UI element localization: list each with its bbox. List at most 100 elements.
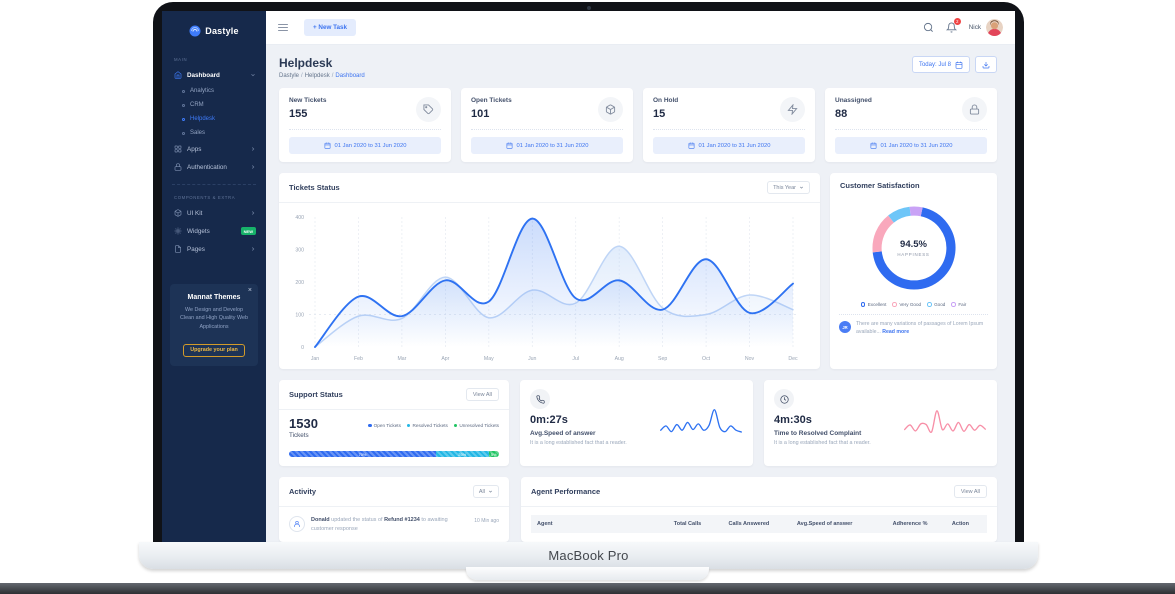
tickets-progress-bar: 70% 25% 5% xyxy=(289,451,499,457)
view-all-button[interactable]: View All xyxy=(465,388,499,401)
date-range-button[interactable]: 01 Jan 2020 to 31 Jun 2020 xyxy=(289,137,441,154)
activity-card: Activity All Donald updated the status o… xyxy=(279,477,509,542)
promo-title: Mannat Themes xyxy=(187,294,241,301)
read-more-link[interactable]: Read more xyxy=(882,329,909,335)
table-column-header: Agent xyxy=(531,515,668,533)
avatar xyxy=(986,19,1003,36)
download-button[interactable] xyxy=(975,56,997,73)
svg-text:Mar: Mar xyxy=(397,356,406,362)
new-task-button[interactable]: + New Task xyxy=(304,19,357,36)
date-range-button[interactable]: 01 Jan 2020 to 31 Jun 2020 xyxy=(471,137,623,154)
sidebar-item-label: Apps xyxy=(187,145,202,153)
table-column-header: Action xyxy=(945,515,987,533)
table-column-header: Adherence % xyxy=(886,515,946,533)
note-avatar: JR xyxy=(839,321,851,333)
menu-toggle-icon[interactable] xyxy=(278,23,288,32)
sidebar-subitem-crm[interactable]: CRM xyxy=(162,98,266,112)
sidebar-subitem-analytics[interactable]: Analytics xyxy=(162,84,266,98)
svg-text:Nov: Nov xyxy=(745,356,755,362)
year-filter-dropdown[interactable]: This Year xyxy=(767,181,810,194)
chevron-right-icon xyxy=(251,147,255,151)
chevron-down-icon xyxy=(489,490,492,493)
sidebar-item-dashboard[interactable]: Dashboard xyxy=(162,66,266,84)
table-column-header: Calls Answered xyxy=(722,515,791,533)
legend-item: Open Tickets xyxy=(368,423,401,428)
chevron-down-icon xyxy=(800,186,803,189)
avg-speed-card: 0m:27s Avg.Speed of answer It is a long … xyxy=(520,380,753,466)
sidebar-item-label: Pages xyxy=(187,245,205,253)
view-all-button[interactable]: View All xyxy=(953,485,987,498)
upgrade-plan-button[interactable]: Upgrade your plan xyxy=(183,343,245,357)
user-activity-icon xyxy=(289,516,305,532)
logo[interactable]: Dastyle xyxy=(162,11,266,47)
date-range-button[interactable]: 01 Jan 2020 to 31 Jun 2020 xyxy=(653,137,805,154)
main-area: + New Task 2 Nick Helpdesk Dastyle / Hel… xyxy=(266,11,1015,542)
sidebar-item-apps[interactable]: Apps xyxy=(162,140,266,158)
lock-icon xyxy=(962,97,987,122)
svg-text:Oct: Oct xyxy=(702,356,711,362)
user-menu[interactable]: Nick xyxy=(969,19,1003,36)
progress-segment: 25% xyxy=(436,451,489,457)
breadcrumb-item[interactable]: Dastyle xyxy=(279,73,299,79)
sidebar-item-authentication[interactable]: Authentication xyxy=(162,158,266,176)
search-icon[interactable] xyxy=(923,22,934,33)
legend-dot xyxy=(860,302,866,307)
zap-icon xyxy=(780,97,805,122)
sidebar-subitem-sales[interactable]: Sales xyxy=(162,126,266,140)
sidebar-subitem-helpdesk[interactable]: Helpdesk xyxy=(162,112,266,126)
legend-item[interactable]: Very Good xyxy=(892,302,921,307)
date-range-button[interactable]: 01 Jan 2020 to 31 Jun 2020 xyxy=(835,137,987,154)
sidebar-item-uikit[interactable]: UI Kit xyxy=(162,204,266,222)
laptop-notch xyxy=(466,567,709,580)
page-title: Helpdesk xyxy=(279,56,333,70)
sidebar: Dastyle MAIN Dashboard Analytics CRM Helpd… xyxy=(162,11,266,542)
activity-filter-dropdown[interactable]: All xyxy=(472,485,499,498)
legend-dot xyxy=(927,302,932,307)
download-icon xyxy=(982,61,990,68)
svg-text:Feb: Feb xyxy=(354,356,363,362)
legend-item: Unresolved Tickets xyxy=(453,423,499,428)
gear-icon xyxy=(174,227,182,235)
close-icon[interactable]: × xyxy=(248,287,252,294)
legend-dot xyxy=(951,302,956,307)
dastyle-logo-icon xyxy=(189,25,201,37)
sidebar-item-widgets[interactable]: Widgets NEW xyxy=(162,222,266,240)
stat-cards: New Tickets 155 01 Jan 2020 to 31 Jun 20… xyxy=(279,88,997,162)
promo-card: × Mannat Themes We Design and Develop Cl… xyxy=(170,284,258,366)
legend-dot xyxy=(453,423,458,428)
logo-text: Dastyle xyxy=(205,26,239,36)
laptop-base: MacBook Pro xyxy=(139,542,1038,569)
satisfaction-donut-chart: 94.5% HAPPINESS xyxy=(866,200,962,296)
svg-text:Jun: Jun xyxy=(528,356,536,362)
breadcrumb-item[interactable]: Helpdesk xyxy=(305,73,330,79)
breadcrumb-current: Dashboard xyxy=(335,73,365,79)
legend-item[interactable]: Fair xyxy=(951,302,966,307)
legend-item: Resolved Tickets xyxy=(406,423,448,428)
legend-item[interactable]: Excellent xyxy=(860,302,886,307)
support-status-card: Support Status View All 1530 Tickets Ope… xyxy=(279,380,509,466)
happiness-value: 94.5% xyxy=(900,239,927,250)
sidebar-section-main: MAIN xyxy=(174,57,188,62)
resolved-time-sparkline xyxy=(904,410,986,434)
legend-dot xyxy=(892,302,897,307)
table-column-header: Total Calls xyxy=(667,515,723,533)
svg-text:Sep: Sep xyxy=(658,356,667,362)
activity-list-item[interactable]: Donald updated the status of Refund #123… xyxy=(279,507,509,542)
notifications-button[interactable]: 2 xyxy=(945,18,961,33)
activity-time: 10 Min ago xyxy=(474,518,499,524)
bullet-dot xyxy=(182,103,185,107)
sidebar-section-extra: COMPONENTS & EXTRA xyxy=(174,195,236,200)
chevron-right-icon xyxy=(251,247,255,251)
dashboard-app: Dastyle MAIN Dashboard Analytics CRM Helpd… xyxy=(162,11,1015,542)
svg-text:Aug: Aug xyxy=(615,356,624,362)
breadcrumb: Dastyle / Helpdesk / Dashboard xyxy=(279,73,365,79)
date-filter-button[interactable]: Today: Jul 8 xyxy=(911,56,970,73)
sidebar-item-label: Widgets xyxy=(187,227,210,235)
user-name: Nick xyxy=(968,24,981,31)
legend-dot xyxy=(406,423,411,428)
sidebar-item-label: Authentication xyxy=(187,163,227,171)
calendar-icon xyxy=(324,142,330,149)
sidebar-item-pages[interactable]: Pages xyxy=(162,240,266,258)
satisfaction-legend: Excellent Very Good Good Fair xyxy=(830,300,997,307)
legend-item[interactable]: Good xyxy=(927,302,945,307)
